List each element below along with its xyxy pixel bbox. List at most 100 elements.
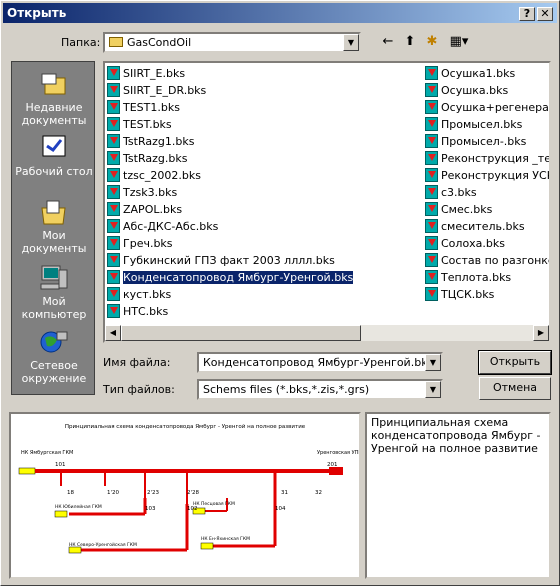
close-button[interactable]: ✕ (537, 7, 553, 21)
file-name: ТЦСК.bks (441, 288, 495, 301)
scheme-file-icon (425, 236, 438, 250)
scheme-preview: Принципиальная схема конденсатопровода Я… (9, 412, 366, 579)
file-name: TEST.bks (123, 118, 172, 131)
file-item[interactable]: ТЦСК.bks (425, 286, 494, 303)
up-folder-icon[interactable]: ⬆ (399, 32, 421, 52)
scheme-file-icon (107, 151, 120, 165)
file-item[interactable]: Tzsk3.bks (107, 184, 177, 201)
scroll-thumb[interactable] (121, 325, 361, 341)
scroll-left-icon[interactable]: ◀ (105, 325, 121, 341)
file-name: ZAPOL.bks (123, 203, 183, 216)
file-name: TstRazg.bks (123, 152, 188, 165)
file-item[interactable]: Осушка.bks (425, 82, 508, 99)
scheme-file-icon (425, 117, 438, 131)
scheme-file-icon (107, 287, 120, 301)
folder-icon (109, 37, 123, 47)
file-item[interactable]: Теплота.bks (425, 269, 511, 286)
file-item[interactable]: tzsc_2002.bks (107, 167, 201, 184)
scheme-file-icon (107, 117, 120, 131)
window-title: Открыть (7, 6, 67, 20)
file-list[interactable]: SIIRT_E.bks SIIRT_E_DR.bks TEST1.bks TEST.b… (103, 61, 551, 343)
file-item[interactable]: Состав по разгонке.b (425, 252, 549, 269)
file-item[interactable]: Реконструкция _тест (425, 150, 551, 167)
filetype-select[interactable]: Schems files (*.bks,*.zis,*.grs) ▼ (197, 379, 443, 400)
chevron-down-icon[interactable]: ▼ (343, 34, 359, 51)
file-name: SIIRT_E_DR.bks (123, 84, 207, 97)
file-name: Смес.bks (441, 203, 493, 216)
file-item[interactable]: Абс-ДКС-Абс.bks (107, 218, 218, 235)
help-button[interactable]: ? (519, 7, 535, 21)
file-item[interactable]: Осушка+регенерация (425, 99, 549, 116)
file-item[interactable]: Промысел.bks (425, 116, 522, 133)
file-item[interactable]: НТС.bks (107, 303, 168, 320)
scheme-file-icon (107, 185, 120, 199)
scheme-feed-label: НК Северо-Уренгойская ГКМ (69, 541, 137, 548)
scheme-file-icon (425, 202, 438, 216)
file-item[interactable]: с3.bks (425, 184, 477, 201)
file-item[interactable]: SIIRT_E.bks (107, 65, 185, 82)
file-item[interactable]: Реконструкция УСК-2 (425, 167, 549, 184)
back-icon[interactable]: ← (377, 32, 399, 52)
file-item[interactable]: Губкинский ГПЗ факт 2003 лллл.bks (107, 252, 335, 269)
file-item[interactable]: Греч.bks (107, 235, 173, 252)
desktop-icon (42, 135, 66, 157)
file-name: Теплота.bks (441, 271, 512, 284)
scheme-node-label: 2'23 (147, 490, 160, 496)
scheme-file-icon (107, 253, 120, 267)
cancel-button[interactable]: Отмена (479, 377, 551, 400)
file-name: Реконструкция _тест (441, 152, 551, 165)
file-item[interactable]: Промысел-.bks (425, 133, 526, 150)
file-item[interactable]: TEST1.bks (107, 99, 180, 116)
chevron-down-icon[interactable]: ▼ (425, 381, 441, 398)
file-item[interactable]: TEST.bks (107, 116, 172, 133)
scheme-node-label: 2'28 (187, 490, 200, 496)
scheme-file-icon (107, 304, 120, 318)
file-item[interactable]: смеситель.bks (425, 218, 525, 235)
file-name: Промысел.bks (441, 118, 523, 131)
scheme-node-label: 104 (275, 506, 286, 512)
file-item[interactable]: куст.bks (107, 286, 171, 303)
file-name: смеситель.bks (441, 220, 525, 233)
file-name: Промысел-.bks (441, 135, 527, 148)
scheme-file-icon (425, 100, 438, 114)
file-item[interactable]: Солоха.bks (425, 235, 505, 252)
file-name: НТС.bks (123, 305, 169, 318)
scheme-file-icon (425, 287, 438, 301)
file-item[interactable]: ZAPOL.bks (107, 201, 182, 218)
folder-combo[interactable]: GasCondOil ▼ (103, 32, 361, 53)
scroll-right-icon[interactable]: ▶ (533, 325, 549, 341)
view-menu-icon[interactable]: ▦▾ (445, 32, 473, 52)
file-name: Абс-ДКС-Абс.bks (123, 220, 219, 233)
file-item[interactable]: Конденсатопровод Ямбург-Уренгой.bks (107, 269, 355, 286)
preview-source-label: НК Ямбургская ГКМ (21, 450, 73, 456)
open-button[interactable]: Открыть (478, 350, 552, 375)
place-recent[interactable]: Недавние документы (12, 70, 96, 127)
scheme-feed-label: НК Ен-Яхинская ГКМ (201, 536, 250, 542)
folder-value: GasCondOil (127, 36, 192, 49)
chevron-down-icon[interactable]: ▼ (425, 354, 441, 371)
place-network[interactable]: Сетевое окружение (12, 328, 96, 385)
horizontal-scrollbar[interactable]: ◀ ▶ (105, 325, 549, 341)
file-item[interactable]: TstRazg1.bks (107, 133, 194, 150)
title-bar: Открыть ? ✕ (3, 3, 557, 23)
place-desktop[interactable]: Рабочий стол (12, 134, 96, 178)
new-folder-icon[interactable]: ✱ (421, 32, 443, 52)
file-name: Осушка.bks (441, 84, 509, 97)
file-item[interactable]: TstRazg.bks (107, 150, 187, 167)
file-item[interactable]: Смес.bks (425, 201, 492, 218)
preview-sink-label: Уренговская УПКТ (317, 450, 359, 456)
scheme-node-label: 201 (327, 462, 338, 468)
file-item[interactable]: Осушка1.bks (425, 65, 515, 82)
place-my-computer[interactable]: Мой компьютер (12, 264, 96, 321)
file-name: с3.bks (441, 186, 477, 199)
my-computer-icon (40, 265, 68, 290)
scheme-file-icon (107, 270, 120, 284)
filename-input[interactable]: Конденсатопровод Ямбург-Уренгой.bks ▼ (197, 352, 443, 373)
scheme-node-label: 31 (281, 490, 288, 496)
scheme-file-icon (425, 151, 438, 165)
file-name: Конденсатопровод Ямбург-Уренгой.bks (121, 270, 355, 285)
file-item[interactable]: SIIRT_E_DR.bks (107, 82, 206, 99)
network-icon (40, 331, 68, 353)
place-my-documents[interactable]: Мои документы (12, 198, 96, 255)
file-name: Губкинский ГПЗ факт 2003 лллл.bks (123, 254, 335, 267)
